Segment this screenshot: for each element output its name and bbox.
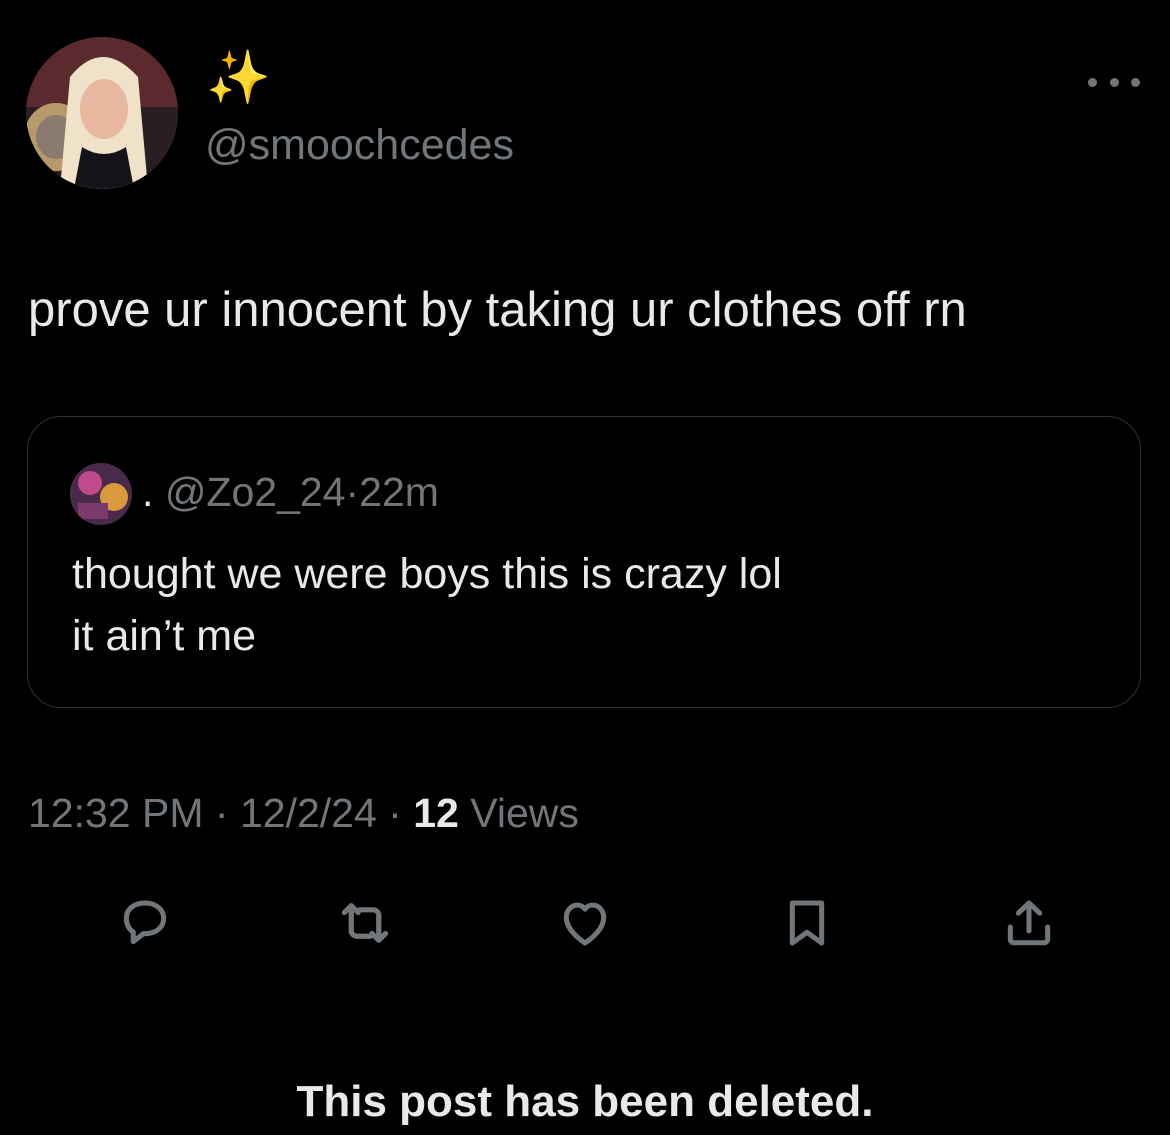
bookmark-button[interactable] bbox=[772, 888, 842, 958]
post-time[interactable]: 12:32 PM bbox=[28, 790, 204, 836]
profile-photo-icon bbox=[70, 463, 132, 525]
more-dot-icon bbox=[1131, 77, 1140, 87]
repost-button[interactable] bbox=[330, 888, 400, 958]
post-text: prove ur innocent by taking ur clothes o… bbox=[28, 283, 967, 337]
like-icon bbox=[563, 902, 607, 946]
author-handle[interactable]: @smoochcedes bbox=[205, 120, 514, 170]
profile-photo-icon bbox=[26, 37, 178, 189]
like-button[interactable] bbox=[550, 888, 620, 958]
share-icon bbox=[1007, 900, 1051, 946]
post-meta: 12:32 PM · 12/2/24 · 12 Views bbox=[28, 786, 579, 840]
separator-dot: · bbox=[388, 790, 402, 836]
quoted-author-handle[interactable]: @Zo2_24 bbox=[165, 469, 346, 515]
quoted-post-text: thought we were boys this is crazy lol i… bbox=[72, 550, 782, 660]
share-button[interactable] bbox=[994, 888, 1064, 958]
quoted-post-card[interactable]: . @Zo2_24·22m thought we were boys this … bbox=[27, 416, 1141, 708]
repost-icon bbox=[341, 903, 389, 943]
quoted-post-time[interactable]: 22m bbox=[359, 469, 439, 515]
views-count: 12 bbox=[413, 790, 459, 836]
more-options-button[interactable] bbox=[1088, 70, 1140, 94]
post-deleted-notice: This post has been deleted. bbox=[296, 1077, 874, 1126]
reply-icon bbox=[123, 900, 167, 945]
post-date[interactable]: 12/2/24 bbox=[240, 790, 377, 836]
quoted-author-avatar[interactable] bbox=[70, 463, 132, 525]
quoted-author-display-name[interactable]: . bbox=[142, 469, 153, 515]
bookmark-icon bbox=[789, 900, 825, 946]
more-dot-icon bbox=[1088, 77, 1097, 87]
separator-dot: · bbox=[345, 469, 360, 515]
more-dot-icon bbox=[1109, 77, 1119, 87]
quoted-post-header: . @Zo2_24·22m bbox=[142, 465, 439, 519]
author-avatar[interactable] bbox=[26, 37, 178, 189]
author-display-name[interactable]: ✨ bbox=[206, 48, 271, 108]
separator-dot: · bbox=[214, 790, 229, 836]
reply-button[interactable] bbox=[110, 888, 180, 958]
views-label: Views bbox=[470, 790, 579, 836]
